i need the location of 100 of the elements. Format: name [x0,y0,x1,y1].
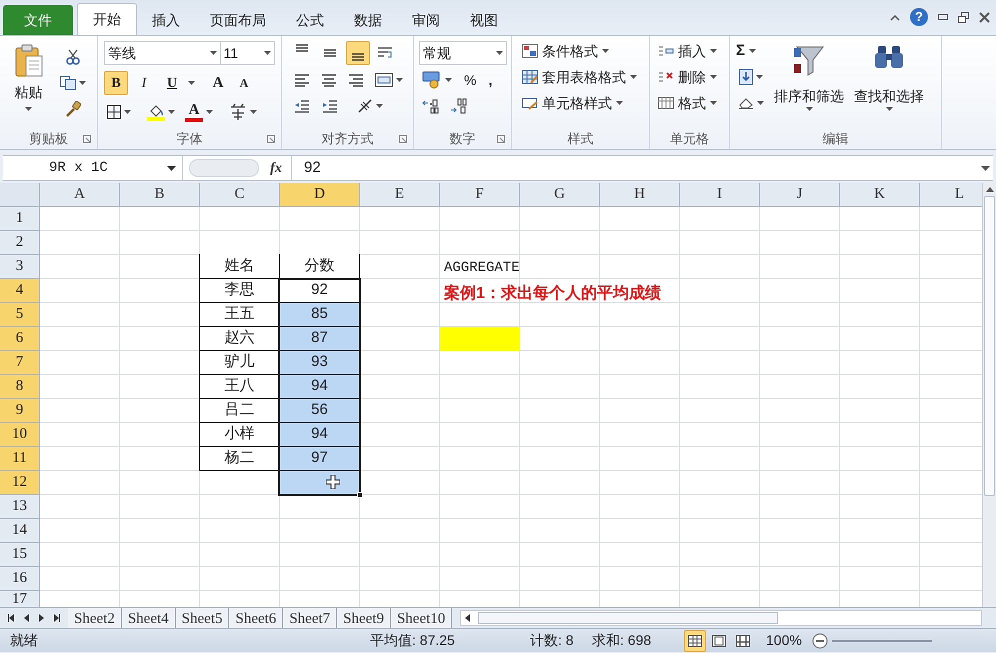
column-header[interactable]: A [40,183,120,207]
sheet-tab[interactable]: Sheet5 [176,608,230,628]
font-size-field[interactable]: 11 [220,41,275,65]
zoom-level[interactable]: 100% [766,630,802,651]
sheet-tab[interactable]: Sheet4 [122,608,176,628]
dropdown-arrow-icon[interactable] [210,51,217,55]
align-bottom-button[interactable] [346,41,370,65]
paste-button[interactable]: 粘贴 [8,42,49,124]
dialog-launcher-icon[interactable] [83,135,91,143]
sheet-nav-icon[interactable] [8,614,15,622]
scroll-thumb[interactable] [984,196,995,496]
dropdown-arrow-icon[interactable] [602,49,609,53]
italic-button[interactable]: I [132,71,156,95]
column-header[interactable]: L [920,183,982,207]
dropdown-arrow-icon[interactable] [616,101,623,105]
dropdown-arrow-icon[interactable] [206,110,213,114]
column-header[interactable]: F [440,183,520,207]
file-tab[interactable]: 文件 [3,5,73,35]
number-format-field[interactable]: 常规 [419,41,507,65]
dialog-launcher-icon[interactable] [399,135,407,143]
underline-dropdown-icon[interactable] [188,81,195,85]
styles-menu-button[interactable]: 条件格式 [520,40,641,62]
comma-button[interactable]: , [485,69,496,91]
insert-function-button[interactable]: fx [265,158,287,178]
help-button[interactable]: ? [910,8,928,26]
ribbon-tab[interactable]: 开始 [77,3,137,35]
scroll-up-icon[interactable] [986,187,994,192]
dropdown-arrow-icon[interactable] [630,75,637,79]
dropdown-arrow-icon[interactable] [250,110,257,114]
dropdown-arrow-icon[interactable] [806,107,812,111]
scroll-thumb[interactable] [478,612,778,624]
row-header[interactable]: 4 [0,279,40,303]
column-header[interactable]: G [520,183,600,207]
find-select-button[interactable]: 查找和选择 [850,40,928,120]
name-box[interactable]: 9R x 1C [3,156,183,180]
row-header[interactable]: 6 [0,327,40,351]
row-header[interactable]: 7 [0,351,40,375]
restore-icon[interactable] [958,12,969,22]
sheet-tab[interactable]: Sheet7 [283,608,338,628]
formula-input[interactable]: 92 [291,156,981,180]
autosum-button[interactable]: Σ [734,40,768,62]
formula-bar-handle[interactable] [189,159,259,177]
cells-menu-button[interactable]: 插入 [656,40,723,62]
ribbon-tab[interactable]: 插入 [137,5,195,35]
collapse-ribbon-icon[interactable] [890,14,900,20]
dropdown-arrow-icon[interactable] [710,101,717,105]
dropdown-arrow-icon[interactable] [710,49,717,53]
row-header[interactable]: 3 [0,255,40,279]
vertical-scrollbar[interactable] [982,183,996,607]
row-header[interactable]: 10 [0,423,40,447]
underline-button[interactable]: U [160,71,184,95]
ribbon-tab[interactable]: 公式 [281,5,339,35]
font-color-button[interactable]: A [182,101,216,123]
row-header[interactable]: 11 [0,447,40,471]
dropdown-arrow-icon[interactable] [376,104,383,108]
row-header[interactable]: 17 [0,591,40,607]
ribbon-tab[interactable]: 视图 [455,5,513,35]
sheet-tab[interactable]: Sheet2 [68,608,122,628]
paste-dropdown-icon[interactable] [25,107,32,111]
column-header[interactable]: B [120,183,200,207]
column-header[interactable]: K [840,183,920,207]
dropdown-arrow-icon[interactable] [124,110,131,114]
dropdown-arrow-icon[interactable] [757,101,764,105]
sort-filter-button[interactable]: 排序和筛选 [770,40,848,120]
zoom-out-icon[interactable] [812,632,828,648]
row-header[interactable]: 12 [0,471,40,495]
dropdown-arrow-icon[interactable] [79,81,86,85]
dropdown-arrow-icon[interactable] [749,49,756,53]
close-icon[interactable] [979,12,990,22]
dialog-launcher-icon[interactable] [267,135,275,143]
sheet-tab[interactable]: Sheet10 [390,608,452,628]
row-header[interactable]: 2 [0,231,40,255]
column-header[interactable]: J [760,183,840,207]
scroll-left-icon[interactable] [465,614,470,622]
column-header[interactable]: D [280,183,360,207]
sheet-tab[interactable]: Sheet9 [337,608,391,628]
styles-menu-button[interactable]: 套用表格格式 [520,66,641,88]
column-header[interactable]: C [200,183,280,207]
font-name-field[interactable]: 等线 [104,41,221,65]
dropdown-arrow-icon[interactable] [167,166,176,170]
dropdown-arrow-icon[interactable] [396,78,403,82]
row-header[interactable]: 8 [0,375,40,399]
dropdown-arrow-icon[interactable] [710,75,717,79]
minimize-icon[interactable] [938,14,948,20]
row-header[interactable]: 15 [0,543,40,567]
row-header[interactable]: 16 [0,567,40,591]
row-header[interactable]: 13 [0,495,40,519]
sheet-nav-icon[interactable] [53,614,60,622]
ribbon-tab[interactable]: 页面布局 [195,5,281,35]
ribbon-tab[interactable]: 数据 [339,5,397,35]
expand-formula-icon[interactable] [981,166,990,170]
normal-view-button[interactable] [684,630,706,652]
dropdown-arrow-icon[interactable] [445,78,452,82]
grow-font-button[interactable]: A [207,72,229,94]
cells-menu-button[interactable]: 格式 [656,92,723,114]
sheet-tab[interactable]: Sheet6 [229,608,284,628]
dropdown-arrow-icon[interactable] [496,51,503,55]
row-header[interactable]: 5 [0,303,40,327]
dropdown-arrow-icon[interactable] [886,107,892,111]
bold-button[interactable]: B [104,71,128,95]
